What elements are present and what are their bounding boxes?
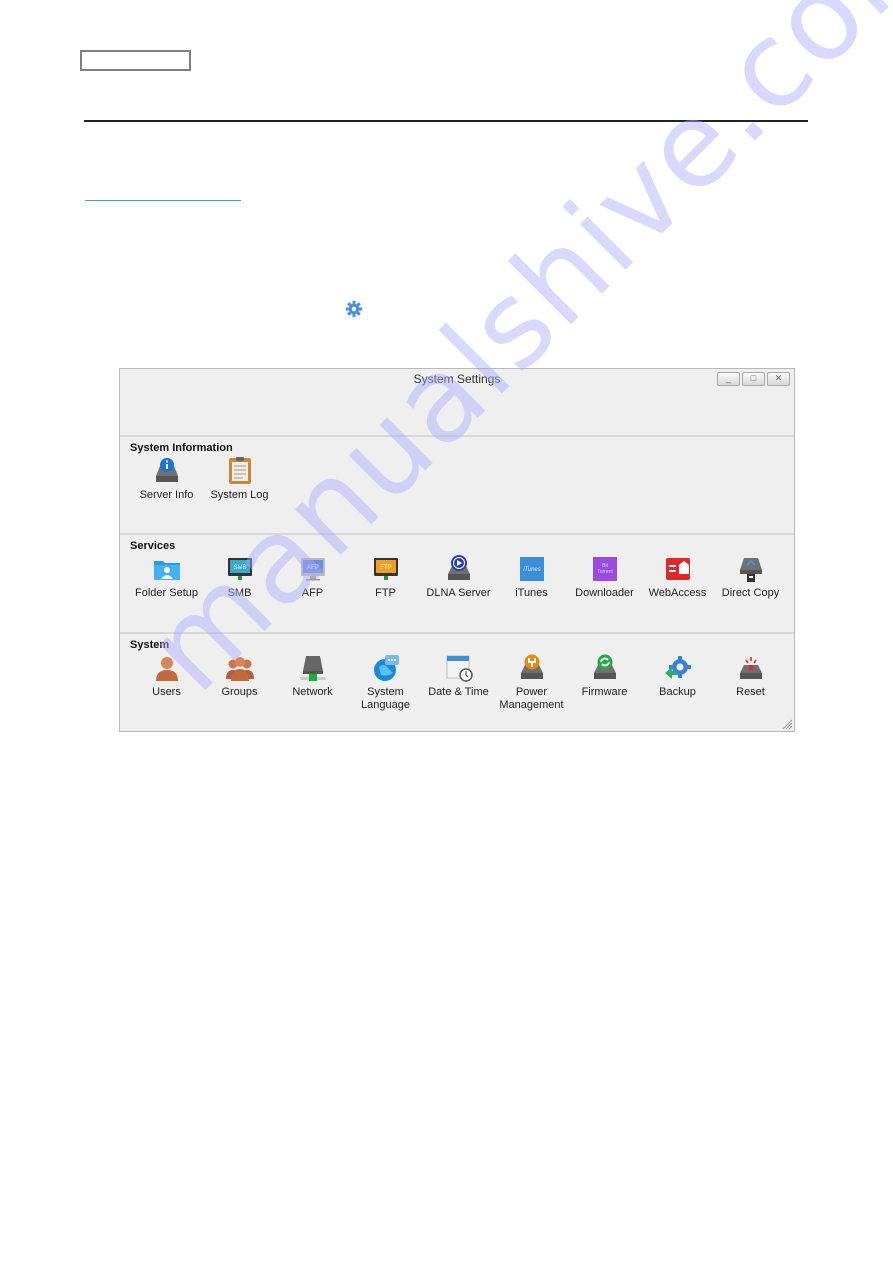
svg-text:SMB: SMB bbox=[233, 565, 246, 571]
item-label: Date & Time bbox=[428, 686, 489, 698]
window-titlebar[interactable]: System Settings _ □ ✕ bbox=[120, 369, 794, 437]
item-groups[interactable]: Groups bbox=[203, 653, 276, 712]
minimize-button[interactable]: _ bbox=[717, 372, 740, 386]
ftp-icon: FTP bbox=[373, 558, 398, 580]
item-label: WebAccess bbox=[648, 587, 707, 599]
item-label: Server Info bbox=[139, 489, 194, 501]
item-label: SMB bbox=[227, 587, 252, 599]
server-info-icon bbox=[155, 458, 178, 482]
item-label: Backup bbox=[659, 686, 696, 698]
item-users[interactable]: Users bbox=[130, 653, 203, 712]
item-date-time[interactable]: Date & Time bbox=[422, 653, 495, 712]
item-system-language[interactable]: System Language bbox=[349, 653, 422, 712]
item-label: iTunes bbox=[515, 587, 548, 599]
item-label: Reset bbox=[736, 686, 765, 698]
direct-copy-icon bbox=[739, 558, 762, 582]
item-downloader[interactable]: Bit Torrent Downloader bbox=[568, 554, 641, 600]
itunes-icon: iTunes bbox=[519, 557, 544, 581]
item-firmware[interactable]: Firmware bbox=[568, 653, 641, 712]
item-label: DLNA Server bbox=[426, 587, 491, 599]
hyperlink-underline[interactable] bbox=[85, 200, 241, 201]
maximize-button[interactable]: □ bbox=[742, 372, 765, 386]
folder-setup-icon bbox=[153, 561, 180, 580]
svg-text:FTP: FTP bbox=[380, 565, 391, 571]
item-label: Direct Copy bbox=[721, 587, 780, 599]
resize-grip-icon[interactable] bbox=[782, 719, 792, 729]
dlna-server-icon bbox=[447, 555, 470, 580]
users-icon bbox=[155, 657, 178, 681]
groups-icon bbox=[225, 657, 254, 681]
item-ftp[interactable]: FTP FTP bbox=[349, 554, 422, 600]
item-dlna-server[interactable]: DLNA Server bbox=[422, 554, 495, 600]
section-title: System Information bbox=[130, 442, 233, 454]
section-services: Services Folder Setup SMB SMB AFP AFP FT… bbox=[120, 535, 794, 634]
system-language-icon bbox=[373, 655, 399, 681]
item-label: System Log bbox=[210, 489, 269, 501]
item-label: Downloader bbox=[575, 587, 634, 599]
system-log-icon bbox=[228, 457, 251, 484]
section-title: Services bbox=[130, 540, 176, 552]
section-system-information: System Information Server Info System Lo… bbox=[120, 437, 794, 535]
item-label: Groups bbox=[221, 686, 258, 698]
item-label: FTP bbox=[375, 587, 396, 599]
item-label: Power Management bbox=[499, 686, 564, 711]
section-system: System Users Groups Network System Langu… bbox=[120, 634, 794, 732]
gear-icon bbox=[345, 300, 363, 318]
afp-icon: AFP bbox=[300, 558, 325, 581]
item-direct-copy[interactable]: Direct Copy bbox=[714, 554, 787, 600]
item-folder-setup[interactable]: Folder Setup bbox=[130, 554, 203, 600]
system-settings-window: System Settings _ □ ✕ System Information… bbox=[119, 368, 795, 732]
item-power-management[interactable]: Power Management bbox=[495, 653, 568, 712]
close-button[interactable]: ✕ bbox=[767, 372, 790, 386]
power-management-icon bbox=[520, 654, 543, 679]
webaccess-icon bbox=[665, 558, 690, 580]
item-label: Network bbox=[292, 686, 333, 698]
reset-icon bbox=[739, 657, 762, 679]
item-itunes[interactable]: iTunes iTunes bbox=[495, 554, 568, 600]
smb-icon: SMB bbox=[227, 558, 252, 580]
item-webaccess[interactable]: WebAccess bbox=[641, 554, 714, 600]
date-time-icon bbox=[446, 655, 473, 682]
svg-text:Torrent: Torrent bbox=[597, 569, 613, 575]
item-label: Users bbox=[152, 686, 181, 698]
svg-text:iTunes: iTunes bbox=[523, 567, 541, 573]
window-title: System Settings bbox=[413, 372, 501, 386]
item-label: System Language bbox=[361, 686, 410, 711]
item-label: Firmware bbox=[581, 686, 628, 698]
firmware-icon bbox=[593, 654, 616, 679]
backup-icon bbox=[664, 656, 691, 679]
item-system-log[interactable]: System Log bbox=[203, 456, 276, 502]
item-label: Folder Setup bbox=[135, 587, 198, 599]
item-label: AFP bbox=[301, 587, 324, 599]
header-box bbox=[80, 50, 191, 71]
downloader-icon: Bit Torrent bbox=[592, 557, 617, 581]
item-afp[interactable]: AFP AFP bbox=[276, 554, 349, 600]
item-backup[interactable]: Backup bbox=[641, 653, 714, 712]
svg-text:AFP: AFP bbox=[307, 565, 319, 571]
network-icon bbox=[299, 656, 326, 681]
item-reset[interactable]: Reset bbox=[714, 653, 787, 712]
item-server-info[interactable]: Server Info bbox=[130, 456, 203, 502]
horizontal-rule bbox=[84, 120, 808, 122]
item-smb[interactable]: SMB SMB bbox=[203, 554, 276, 600]
section-title: System bbox=[130, 639, 170, 651]
item-network[interactable]: Network bbox=[276, 653, 349, 712]
